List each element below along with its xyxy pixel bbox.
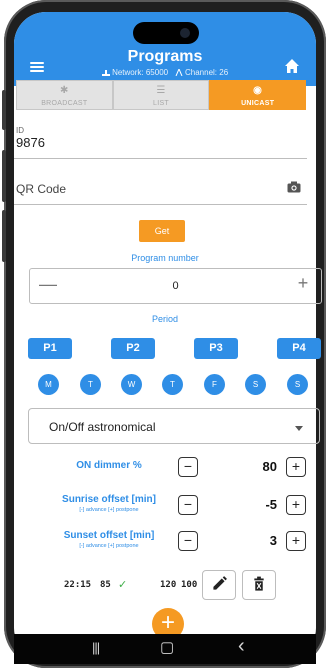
- channel-label: Channel: 26: [185, 68, 229, 77]
- network-label: Network: 65000: [112, 68, 169, 77]
- day-thursday[interactable]: T: [162, 374, 183, 395]
- on-dimmer-label: ON dimmer %: [48, 460, 170, 472]
- sunrise-offset-label-text: Sunrise offset [min]: [62, 494, 156, 505]
- channel-icon: [175, 69, 183, 77]
- edit-button[interactable]: [202, 570, 236, 600]
- period-label: Period: [151, 314, 178, 324]
- tab-unicast-label: UNICAST: [241, 100, 275, 107]
- sunrise-offset-value: -5: [265, 497, 277, 512]
- day-sunday[interactable]: S: [287, 374, 308, 395]
- target-icon: ◉: [253, 85, 263, 96]
- network-info: Network: 65000 Channel: 26: [14, 68, 316, 77]
- page-title: Programs: [127, 48, 203, 65]
- sunset-offset-increment-button[interactable]: +: [286, 531, 306, 551]
- pencil-icon: [213, 576, 227, 590]
- broadcast-icon: ✱: [59, 85, 69, 96]
- period-p4-button[interactable]: P4: [277, 338, 321, 359]
- program-increment-button[interactable]: +: [293, 273, 313, 294]
- day-tuesday[interactable]: T: [80, 374, 101, 395]
- sunrise-offset-label: Sunrise offset [min] [-] advance [+] pos…: [48, 494, 170, 514]
- period-p2-button[interactable]: P2: [111, 338, 155, 359]
- on-dimmer-value: 80: [262, 459, 277, 474]
- sunset-offset-label: Sunset offset [min] [-] advance [+] post…: [48, 530, 170, 550]
- program-number-stepper: — 0 +: [29, 268, 322, 304]
- home-icon[interactable]: [284, 58, 300, 74]
- tab-list[interactable]: ☰ LIST: [112, 80, 210, 110]
- id-field[interactable]: ID 9876: [14, 124, 307, 159]
- camera-icon[interactable]: [287, 181, 301, 193]
- on-dimmer-decrement-button[interactable]: −: [178, 457, 198, 477]
- delete-button[interactable]: [242, 570, 276, 600]
- tab-list-label: LIST: [153, 100, 169, 107]
- sunset-offset-value: 3: [269, 533, 277, 548]
- status-level: 85: [100, 580, 111, 590]
- day-friday[interactable]: F: [204, 374, 225, 395]
- program-number-value[interactable]: 0: [30, 280, 321, 292]
- period-p3-button[interactable]: P3: [194, 338, 238, 359]
- day-saturday[interactable]: S: [245, 374, 266, 395]
- program-mode-select[interactable]: On/Off astronomical: [28, 408, 320, 444]
- recent-apps-icon[interactable]: |||: [92, 640, 100, 655]
- mode-tabs: ✱ BROADCAST ☰ LIST ◉ UNICAST: [16, 80, 307, 110]
- sunrise-offset-decrement-button[interactable]: −: [178, 495, 198, 515]
- nav-home-icon[interactable]: ▢: [160, 638, 174, 656]
- chevron-down-icon: [295, 426, 303, 431]
- day-monday[interactable]: M: [38, 374, 59, 395]
- sunrise-offset-hint: [-] advance [+] postpone: [79, 507, 139, 513]
- on-dimmer-increment-button[interactable]: +: [286, 457, 306, 477]
- program-mode-value: On/Off astronomical: [49, 420, 156, 434]
- tab-broadcast[interactable]: ✱ BROADCAST: [16, 80, 113, 110]
- front-camera: [180, 28, 190, 38]
- day-wednesday[interactable]: W: [121, 374, 142, 395]
- list-icon: ☰: [156, 85, 166, 96]
- get-button[interactable]: Get: [139, 220, 185, 242]
- qr-code-field[interactable]: QR Code: [14, 168, 307, 205]
- sunset-offset-decrement-button[interactable]: −: [178, 531, 198, 551]
- sunset-offset-label-text: Sunset offset [min]: [63, 530, 155, 541]
- volume-button-down: [2, 150, 6, 202]
- camera-notch: [133, 22, 199, 44]
- on-dimmer-label-text: ON dimmer %: [76, 460, 142, 471]
- tab-broadcast-label: BROADCAST: [41, 100, 88, 107]
- volume-button-up: [2, 90, 6, 130]
- program-number-label: Program number: [131, 253, 199, 263]
- status-counter-a: 120: [160, 580, 177, 590]
- tab-unicast[interactable]: ◉ UNICAST: [209, 80, 307, 110]
- status-time: 22:15: [64, 580, 92, 590]
- sunset-offset-hint: [-] advance [+] postpone: [79, 543, 139, 549]
- back-icon[interactable]: ‹: [238, 635, 245, 658]
- trash-icon: [254, 576, 264, 591]
- id-field-value: 9876: [16, 135, 45, 150]
- sunrise-offset-increment-button[interactable]: +: [286, 495, 306, 515]
- system-nav-bar: ||| ▢ ‹: [14, 634, 316, 664]
- network-icon: [101, 70, 110, 77]
- success-check-icon: ✓: [118, 578, 128, 591]
- period-p1-button[interactable]: P1: [28, 338, 72, 359]
- id-field-label: ID: [16, 126, 24, 135]
- qr-code-label: QR Code: [16, 182, 67, 196]
- status-counter-b: 100: [181, 580, 198, 590]
